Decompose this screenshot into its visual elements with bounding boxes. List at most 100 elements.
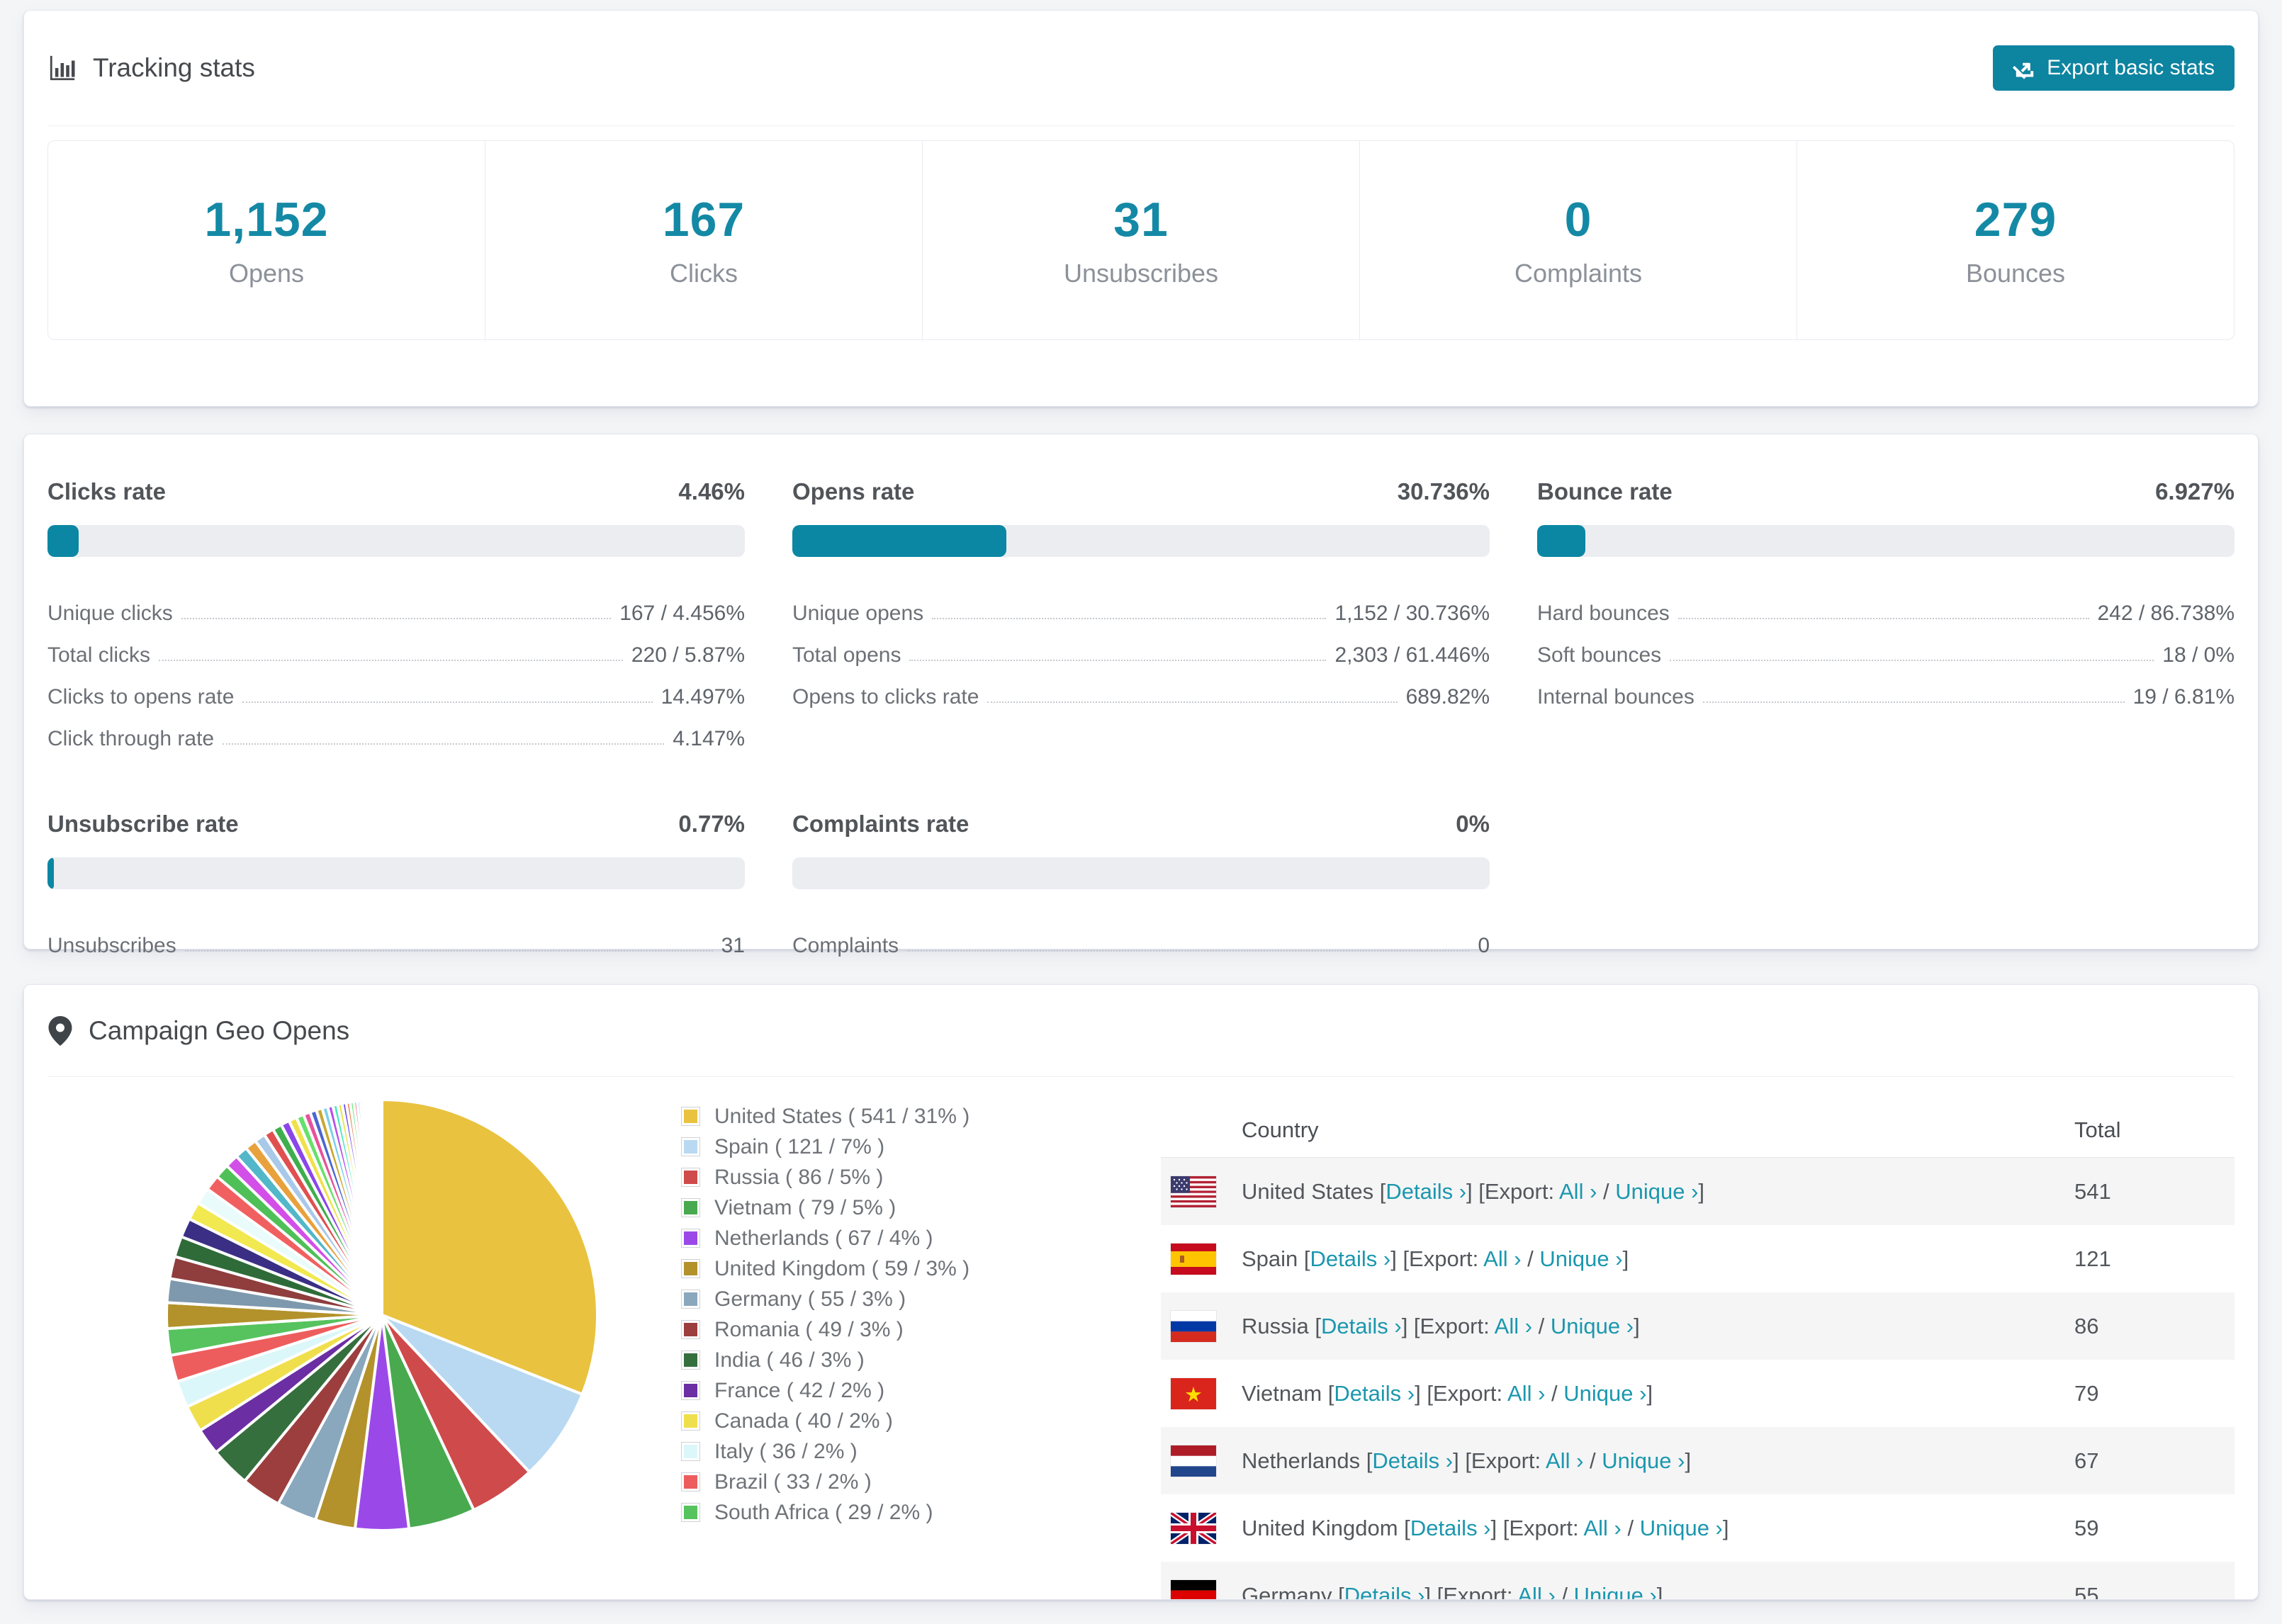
summary-stats-box: 1,152 Opens 167 Clicks 31 Unsubscribes 0… <box>47 140 2235 340</box>
opens-rate-title: Opens rate <box>792 478 915 504</box>
legend-swatch <box>681 1259 700 1278</box>
country-cell: Netherlands [Details ›] [Export: All › /… <box>1242 1448 1692 1473</box>
legend-item[interactable]: France ( 42 / 2% ) <box>681 1375 1078 1406</box>
map-pin-icon <box>48 1015 72 1046</box>
legend-label: Russia ( 86 / 5% ) <box>714 1165 884 1189</box>
legend-swatch <box>681 1442 700 1461</box>
clicks-rate-block: Clicks rate 4.46% Unique clicks 167 / 4.4… <box>47 460 745 751</box>
export-unique-link[interactable]: Unique › <box>1615 1179 1698 1204</box>
legend-item[interactable]: Italy ( 36 / 2% ) <box>681 1436 1078 1467</box>
details-link[interactable]: Details › <box>1334 1381 1415 1406</box>
country-cell: United States [Details ›] [Export: All ›… <box>1242 1178 1705 1204</box>
stat-complaints-value: 0 <box>1564 193 1592 247</box>
geo-table-row: United States [Details ›] [Export: All ›… <box>1161 1158 2235 1225</box>
legend-label: Germany ( 55 / 3% ) <box>714 1287 906 1311</box>
legend-item[interactable]: India ( 46 / 3% ) <box>681 1345 1078 1375</box>
legend-label: United Kingdom ( 59 / 3% ) <box>714 1256 970 1280</box>
clicks-rate-title: Clicks rate <box>47 478 166 504</box>
stat-opens: 1,152 Opens <box>48 141 485 339</box>
export-basic-stats-button[interactable]: Export basic stats <box>1993 45 2235 91</box>
pie-slice[interactable] <box>378 1098 383 1316</box>
stat-row: Internal bounces 19 / 6.81% <box>1537 685 2235 709</box>
export-all-link[interactable]: All › <box>1583 1516 1621 1540</box>
unsubscribe-rate-progress-fill <box>47 857 54 889</box>
legend-label: Spain ( 121 / 7% ) <box>714 1134 885 1158</box>
details-link[interactable]: Details › <box>1372 1448 1453 1473</box>
legend-label: Italy ( 36 / 2% ) <box>714 1439 858 1463</box>
export-unique-link[interactable]: Unique › <box>1563 1381 1646 1406</box>
export-unique-link[interactable]: Unique › <box>1640 1516 1723 1540</box>
stat-bounces: 279 Bounces <box>1797 141 2234 339</box>
legend-item[interactable]: South Africa ( 29 / 2% ) <box>681 1497 1078 1528</box>
country-cell: Russia [Details ›] [Export: All › / Uniq… <box>1242 1313 1640 1338</box>
export-unique-link[interactable]: Unique › <box>1551 1314 1634 1338</box>
export-all-link[interactable]: All › <box>1507 1381 1545 1406</box>
complaints-rate-progressbar <box>792 857 1490 889</box>
export-all-link[interactable]: All › <box>1495 1314 1532 1338</box>
unsubscribe-rate-block: Unsubscribe rate 0.77% Unsubscribes 31 <box>47 792 745 958</box>
stat-row: Clicks to opens rate 14.497% <box>47 685 745 709</box>
export-all-link[interactable]: All › <box>1517 1583 1555 1600</box>
stat-row: Total clicks 220 / 5.87% <box>47 643 745 667</box>
export-unique-link[interactable]: Unique › <box>1602 1448 1685 1473</box>
legend-label: Canada ( 40 / 2% ) <box>714 1409 893 1433</box>
stat-clicks-label: Clicks <box>670 259 738 288</box>
export-unique-link[interactable]: Unique › <box>1574 1583 1657 1600</box>
legend-item[interactable]: Germany ( 55 / 3% ) <box>681 1284 1078 1314</box>
complaints-rate-block: Complaints rate 0% Complaints 0 <box>792 792 1490 958</box>
geo-table-row: Spain [Details ›] [Export: All › / Uniqu… <box>1161 1225 2235 1292</box>
legend-item[interactable]: Romania ( 49 / 3% ) <box>681 1314 1078 1345</box>
geo-table-row: Russia [Details ›] [Export: All › / Uniq… <box>1161 1292 2235 1360</box>
geo-body: United States ( 541 / 31% ) Spain ( 121 /… <box>47 1077 2235 1600</box>
geo-table-row: Netherlands [Details ›] [Export: All › /… <box>1161 1427 2235 1494</box>
legend-item[interactable]: Russia ( 86 / 5% ) <box>681 1162 1078 1192</box>
stat-complaints: 0 Complaints <box>1359 141 1797 339</box>
legend-label: United States ( 541 / 31% ) <box>714 1104 970 1128</box>
legend-item[interactable]: Vietnam ( 79 / 5% ) <box>681 1192 1078 1223</box>
legend-label: Vietnam ( 79 / 5% ) <box>714 1195 896 1219</box>
stat-bounces-label: Bounces <box>1965 259 2066 288</box>
legend-item[interactable]: United States ( 541 / 31% ) <box>681 1101 1078 1132</box>
country-cell: Vietnam [Details ›] [Export: All › / Uni… <box>1242 1380 1653 1406</box>
geo-legend: United States ( 541 / 31% ) Spain ( 121 /… <box>681 1095 1078 1528</box>
geo-table-row: Vietnam [Details ›] [Export: All › / Uni… <box>1161 1360 2235 1427</box>
legend-item[interactable]: Canada ( 40 / 2% ) <box>681 1406 1078 1436</box>
legend-item[interactable]: Spain ( 121 / 7% ) <box>681 1132 1078 1162</box>
export-all-link[interactable]: All › <box>1559 1179 1597 1204</box>
legend-item[interactable]: Brazil ( 33 / 2% ) <box>681 1467 1078 1497</box>
export-all-link[interactable]: All › <box>1546 1448 1583 1473</box>
us-flag-icon <box>1171 1175 1216 1207</box>
details-link[interactable]: Details › <box>1310 1246 1391 1271</box>
geo-pie-chart[interactable] <box>162 1095 602 1535</box>
export-unique-link[interactable]: Unique › <box>1539 1246 1622 1271</box>
stat-complaints-label: Complaints <box>1514 259 1643 288</box>
legend-label: France ( 42 / 2% ) <box>714 1378 885 1402</box>
bounce-rate-block: Bounce rate 6.927% Hard bounces 242 / 86.… <box>1537 460 2235 751</box>
country-total: 86 <box>2074 1313 2099 1338</box>
details-link[interactable]: Details › <box>1344 1583 1425 1600</box>
stat-row: Unique clicks 167 / 4.456% <box>47 602 745 625</box>
stat-row: Hard bounces 242 / 86.738% <box>1537 602 2235 625</box>
country-total: 59 <box>2074 1515 2099 1540</box>
legend-item[interactable]: United Kingdom ( 59 / 3% ) <box>681 1253 1078 1284</box>
export-all-link[interactable]: All › <box>1483 1246 1521 1271</box>
stat-row: Soft bounces 18 / 0% <box>1537 643 2235 667</box>
legend-swatch <box>681 1198 700 1217</box>
legend-swatch <box>681 1107 700 1126</box>
geo-table: Country Total United States [Details ›] … <box>1161 1095 2235 1600</box>
legend-swatch <box>681 1503 700 1522</box>
opens-rate-progressbar <box>792 525 1490 557</box>
legend-item[interactable]: Netherlands ( 67 / 4% ) <box>681 1223 1078 1253</box>
stat-clicks: 167 Clicks <box>485 141 922 339</box>
legend-label: Netherlands ( 67 / 4% ) <box>714 1226 933 1250</box>
legend-swatch <box>681 1290 700 1309</box>
details-link[interactable]: Details › <box>1386 1179 1466 1204</box>
tracking-stats-title-group: Tracking stats <box>47 53 255 83</box>
legend-swatch <box>681 1229 700 1248</box>
unsubscribe-rate-percent: 0.77% <box>678 811 745 837</box>
es-flag-icon <box>1171 1243 1216 1275</box>
geo-section-title: Campaign Geo Opens <box>89 1015 350 1045</box>
details-link[interactable]: Details › <box>1321 1314 1402 1338</box>
tracking-stats-card: Tracking stats Export basic stats 1,152 … <box>23 10 2259 407</box>
details-link[interactable]: Details › <box>1410 1516 1491 1540</box>
